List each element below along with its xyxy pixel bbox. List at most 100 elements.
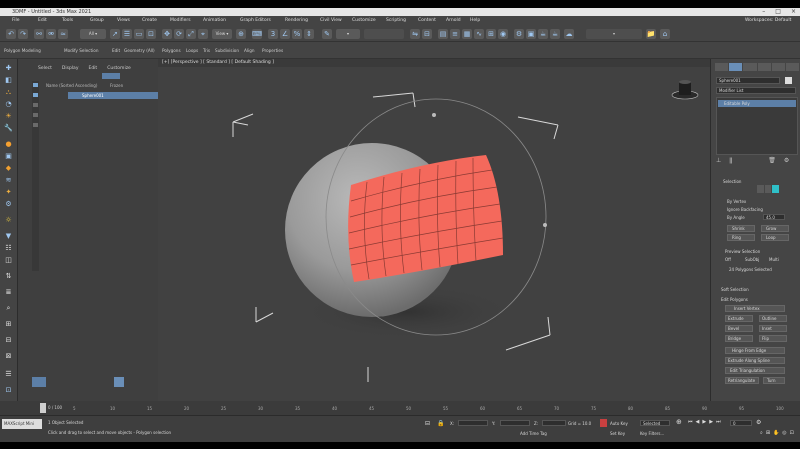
inset-button[interactable]: Inset bbox=[759, 325, 787, 332]
edit-triangulation-button[interactable]: Edit Triangulation bbox=[725, 367, 785, 374]
menu-rendering[interactable]: Rendering bbox=[285, 18, 308, 23]
undo-icon[interactable]: ↶ bbox=[6, 29, 16, 39]
select-all-icon[interactable]: ⊞ bbox=[3, 319, 14, 330]
menu-group[interactable]: Group bbox=[90, 18, 104, 23]
set-key-label[interactable]: Set Key bbox=[610, 431, 625, 436]
layer-explorer-icon[interactable] bbox=[32, 377, 46, 387]
viewport-canvas[interactable] bbox=[158, 67, 710, 401]
minimize-icon[interactable]: – bbox=[762, 8, 765, 15]
turn-button[interactable]: Turn bbox=[763, 377, 785, 384]
set-project-folder-icon[interactable]: ⌂ bbox=[660, 29, 670, 39]
place-icon[interactable]: ⌖ bbox=[198, 29, 208, 39]
explorer-tab-customize[interactable]: Customize bbox=[107, 66, 131, 71]
bind-space-warp-icon[interactable]: ≈ bbox=[58, 29, 68, 39]
grow-button[interactable]: Grow bbox=[761, 225, 789, 232]
show-end-result-icon[interactable]: ǁ bbox=[729, 157, 732, 164]
schematic-view-icon[interactable]: ⊞ bbox=[486, 29, 496, 39]
angle-spinner[interactable]: 45.0 bbox=[763, 214, 785, 220]
toggle-scene-explorer-icon[interactable]: ▤ bbox=[438, 29, 448, 39]
sort-icon[interactable]: ⇅ bbox=[3, 271, 14, 282]
render-iterative-icon[interactable]: ☕ bbox=[550, 29, 560, 39]
helper-icon[interactable]: ◆ bbox=[3, 163, 14, 174]
pan-icon[interactable]: ✋ bbox=[773, 430, 779, 436]
ignore-backfacing-checkbox[interactable]: Ignore Backfacing bbox=[727, 207, 763, 212]
ribbon-tab-loops[interactable]: Loops bbox=[186, 48, 198, 53]
create-icon[interactable]: ✚ bbox=[3, 63, 14, 74]
hierarchy-icon[interactable]: ⛬ bbox=[3, 87, 14, 98]
preview-subobj-radio[interactable]: SubObj bbox=[745, 257, 759, 262]
go-to-start-icon[interactable]: ⏮ bbox=[688, 419, 693, 425]
insert-vertex-button[interactable]: Insert Vertex bbox=[725, 305, 785, 312]
explorer-lock-icon[interactable] bbox=[114, 377, 124, 387]
layer-icon[interactable]: ≣ bbox=[3, 287, 14, 298]
zoom-all-icon[interactable]: ⊞ bbox=[766, 430, 770, 436]
z-coordinate-field[interactable] bbox=[542, 420, 566, 426]
menu-graph-editors[interactable]: Graph Editors bbox=[240, 18, 271, 23]
previous-frame-icon[interactable]: ◀ bbox=[696, 419, 700, 425]
utilities-icon[interactable]: 🔧 bbox=[3, 123, 14, 134]
hinge-from-edge-button[interactable]: Hinge From Edge bbox=[725, 347, 785, 354]
spinner-snap-icon[interactable]: ⇕ bbox=[304, 29, 314, 39]
rectangular-selection-icon[interactable]: ▭ bbox=[134, 29, 144, 39]
soft-selection-rollout[interactable]: Soft Selection bbox=[721, 287, 749, 292]
select-by-name-icon[interactable]: ☰ bbox=[122, 29, 132, 39]
vertex-level-button[interactable] bbox=[757, 185, 764, 193]
toggle-layer-explorer-icon[interactable]: ≡ bbox=[450, 29, 460, 39]
preview-multi-radio[interactable]: Multi bbox=[769, 257, 779, 262]
modifier-list-dropdown[interactable]: Modifier List bbox=[716, 87, 796, 94]
explorer-tab-display[interactable]: Display bbox=[62, 66, 79, 71]
named-selection-sets-dropdown[interactable]: ▾ bbox=[336, 29, 360, 39]
y-coordinate-field[interactable] bbox=[500, 420, 530, 426]
selection-lock-icon[interactable]: 🔒 bbox=[437, 420, 444, 427]
set-key-icon[interactable]: ⊕ bbox=[676, 418, 682, 426]
outline-button[interactable]: Outline bbox=[759, 315, 787, 322]
edit-polygons-rollout[interactable]: Edit Polygons bbox=[721, 297, 748, 302]
extrude-along-spline-button[interactable]: Extrude Along Spline bbox=[725, 357, 785, 364]
auto-key-button[interactable] bbox=[600, 419, 607, 427]
perspective-viewport[interactable] bbox=[158, 67, 710, 401]
configure-sets-icon[interactable]: ⚙ bbox=[784, 157, 789, 164]
maxscript-listener[interactable]: MAXScript Mini bbox=[2, 419, 42, 429]
object-color-swatch[interactable] bbox=[785, 77, 792, 84]
edit-named-selection-icon[interactable]: ✎ bbox=[322, 29, 332, 39]
mirror-icon[interactable]: ⇋ bbox=[410, 29, 420, 39]
menu-views[interactable]: Views bbox=[117, 18, 130, 23]
ribbon-tab-properties[interactable]: Properties bbox=[262, 48, 283, 53]
ribbon-tab-polygon-modeling[interactable]: Polygon Modeling bbox=[4, 48, 41, 53]
tab-motion[interactable] bbox=[757, 63, 771, 71]
menu-create[interactable]: Create bbox=[142, 18, 157, 23]
retriangulate-button[interactable]: Retriangulate bbox=[725, 377, 759, 384]
window-crossing-icon[interactable]: ⊡ bbox=[146, 29, 156, 39]
menu-help[interactable]: Help bbox=[470, 18, 480, 23]
pin-stack-icon[interactable]: ⊥ bbox=[716, 157, 721, 164]
shape-icon[interactable]: ✦ bbox=[3, 187, 14, 198]
flip-button[interactable]: Flip bbox=[759, 335, 787, 342]
key-filters-button[interactable]: Key Filters... bbox=[640, 431, 664, 436]
edge-level-button[interactable] bbox=[764, 185, 772, 193]
isolate-selection-icon[interactable]: ⊟ bbox=[425, 420, 430, 427]
modify-icon[interactable]: ◧ bbox=[3, 75, 14, 86]
render-setup-icon[interactable]: ⚙ bbox=[514, 29, 524, 39]
explorer-options-icon[interactable]: ☰ bbox=[3, 369, 14, 380]
named-selection-field[interactable] bbox=[364, 29, 404, 39]
rotate-icon[interactable]: ⟳ bbox=[174, 29, 184, 39]
display-children-icon[interactable]: ☷ bbox=[3, 243, 14, 254]
display-lights-icon[interactable] bbox=[33, 113, 38, 117]
ribbon-tab-subdivision[interactable]: Subdivision bbox=[215, 48, 239, 53]
orbit-icon[interactable]: ◎ bbox=[782, 430, 786, 436]
select-object-icon[interactable]: ➚ bbox=[110, 29, 120, 39]
ribbon-tab-modify-selection[interactable]: Modify Selection bbox=[64, 48, 99, 53]
stack-item-editable-poly[interactable]: Editable Poly bbox=[718, 100, 796, 107]
explorer-tab-edit[interactable]: Edit bbox=[88, 66, 97, 71]
tab-utilities[interactable] bbox=[785, 63, 800, 71]
preview-off-radio[interactable]: Off bbox=[725, 257, 731, 262]
light-icon[interactable]: ● bbox=[3, 139, 14, 150]
move-icon[interactable]: ✥ bbox=[162, 29, 172, 39]
remove-modifier-icon[interactable]: 🗑 bbox=[768, 157, 776, 164]
spacewarp-icon[interactable]: ≋ bbox=[3, 175, 14, 186]
menu-animation[interactable]: Animation bbox=[203, 18, 226, 23]
percent-snap-icon[interactable]: % bbox=[292, 29, 302, 39]
display-cameras-icon[interactable] bbox=[33, 123, 38, 127]
ribbon-tab-tris[interactable]: Tris bbox=[203, 48, 210, 53]
menu-customize[interactable]: Customize bbox=[352, 18, 376, 23]
